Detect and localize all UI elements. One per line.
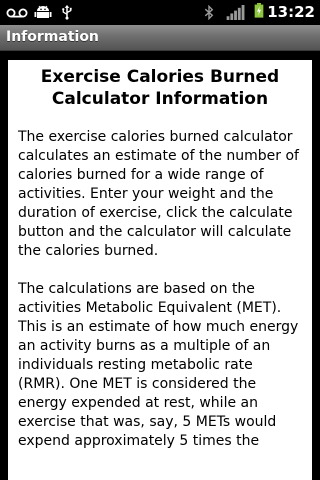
window-title: Information <box>6 29 99 45</box>
android-debug-icon <box>34 5 52 18</box>
info-paragraph: The exercise calories burned calculator … <box>18 129 299 259</box>
info-content-panel[interactable]: Exercise Calories Burned Calculator Info… <box>8 60 312 480</box>
status-time: 13:22 <box>267 3 315 21</box>
battery-charging-icon <box>254 3 264 18</box>
info-paragraph: The calculations are based on the activi… <box>18 281 299 449</box>
voicemail-icon <box>6 8 28 18</box>
status-bar: 13:22 <box>0 0 320 25</box>
bluetooth-icon <box>204 5 214 20</box>
signal-icon <box>226 5 245 20</box>
page-title: Exercise Calories Burned Calculator Info… <box>40 67 280 109</box>
title-bar: Information <box>0 25 320 51</box>
usb-icon <box>62 5 72 20</box>
